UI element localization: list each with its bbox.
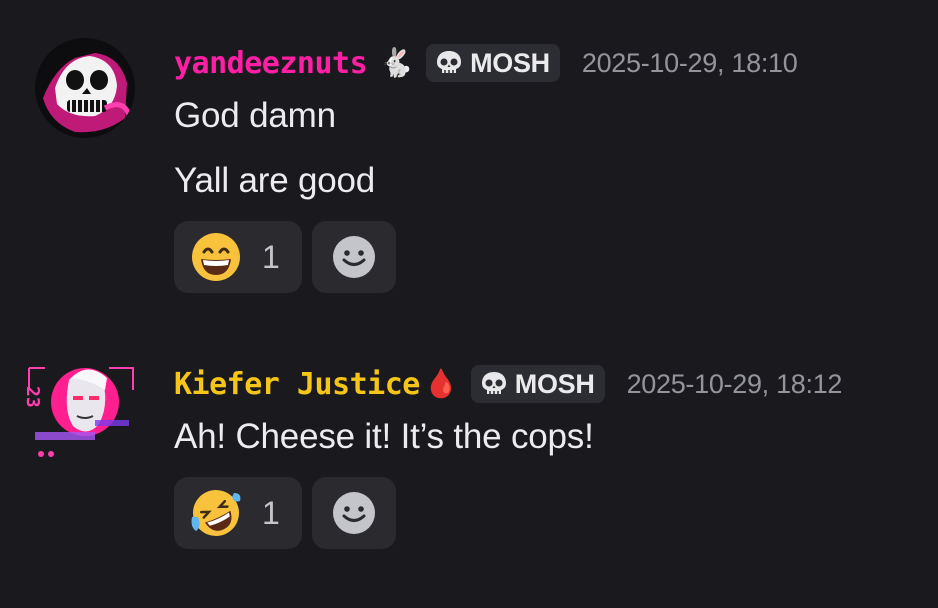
avatar[interactable]: 23 bbox=[25, 360, 137, 462]
timestamp[interactable]: 2025-10-29, 18:10 bbox=[582, 48, 798, 79]
message-text: Yall are good bbox=[174, 161, 376, 200]
rabbit-icon: 🐇 bbox=[379, 46, 415, 79]
add-reaction-button[interactable] bbox=[312, 477, 396, 549]
reaction-button[interactable]: 1 bbox=[174, 477, 302, 549]
username[interactable]: yandeeznuts bbox=[174, 46, 368, 81]
smiley-add-icon bbox=[333, 492, 375, 534]
reaction-bar: 1 bbox=[174, 221, 396, 293]
drop-of-blood-icon: 🩸 bbox=[423, 367, 459, 400]
tag-label: MOSH bbox=[514, 368, 595, 399]
skull-icon bbox=[481, 372, 506, 394]
tag-label: MOSH bbox=[470, 47, 550, 78]
rofl-face-icon bbox=[191, 490, 241, 536]
avatar[interactable] bbox=[35, 38, 135, 138]
username[interactable]: Kiefer Justice bbox=[174, 367, 420, 402]
server-tag[interactable]: MOSH bbox=[470, 365, 605, 403]
message-header: yandeeznuts 🐇 MOSH 2025-10-29, 18:10 bbox=[174, 43, 798, 83]
add-reaction-button[interactable] bbox=[312, 221, 396, 293]
svg-text:23: 23 bbox=[25, 386, 43, 408]
reaction-bar: 1 bbox=[174, 477, 396, 549]
smiley-add-icon bbox=[333, 236, 375, 278]
server-tag[interactable]: MOSH bbox=[426, 44, 560, 82]
message-text: Ah! Cheese it! It’s the cops! bbox=[174, 417, 594, 456]
reaction-count: 1 bbox=[262, 494, 280, 531]
message-text: God damn bbox=[174, 96, 336, 135]
message-header: Kiefer Justice 🩸 MOSH 2025-10-29, 18:12 bbox=[174, 364, 842, 404]
timestamp[interactable]: 2025-10-29, 18:12 bbox=[627, 369, 843, 400]
grinning-face-icon bbox=[192, 233, 240, 281]
reaction-button[interactable]: 1 bbox=[174, 221, 302, 293]
reaction-count: 1 bbox=[262, 238, 280, 275]
skull-icon bbox=[437, 51, 462, 73]
